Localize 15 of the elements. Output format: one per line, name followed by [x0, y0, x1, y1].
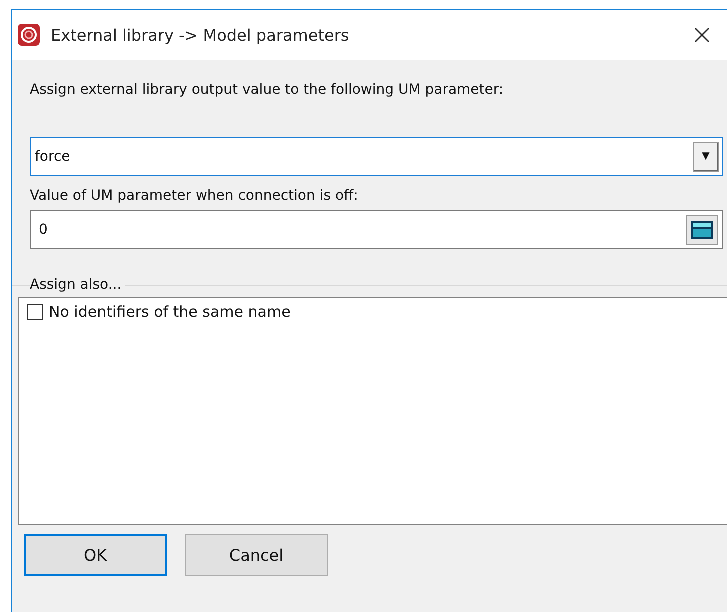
close-button[interactable]: ×: [690, 21, 714, 49]
parameter-combo[interactable]: force ▼: [30, 137, 723, 176]
off-value-label: Value of UM parameter when connection is off:: [30, 188, 360, 204]
cancel-button[interactable]: Cancel: [185, 534, 328, 576]
checkbox-item[interactable]: No identifiers of the same name: [27, 303, 719, 321]
calculator-button[interactable]: [686, 214, 718, 244]
group-title: Assign also...: [30, 277, 125, 293]
calculator-icon: [691, 220, 713, 238]
off-value-field[interactable]: 0: [30, 210, 723, 249]
output-label: Assign external library output value to the following UM parameter:: [30, 82, 505, 98]
app-logo-icon: [18, 24, 40, 46]
ok-button[interactable]: OK: [24, 534, 167, 576]
dropdown-button[interactable]: ▼: [693, 142, 719, 172]
window-title: External library -> Model parameters: [51, 26, 350, 44]
checkbox[interactable]: [27, 304, 43, 320]
